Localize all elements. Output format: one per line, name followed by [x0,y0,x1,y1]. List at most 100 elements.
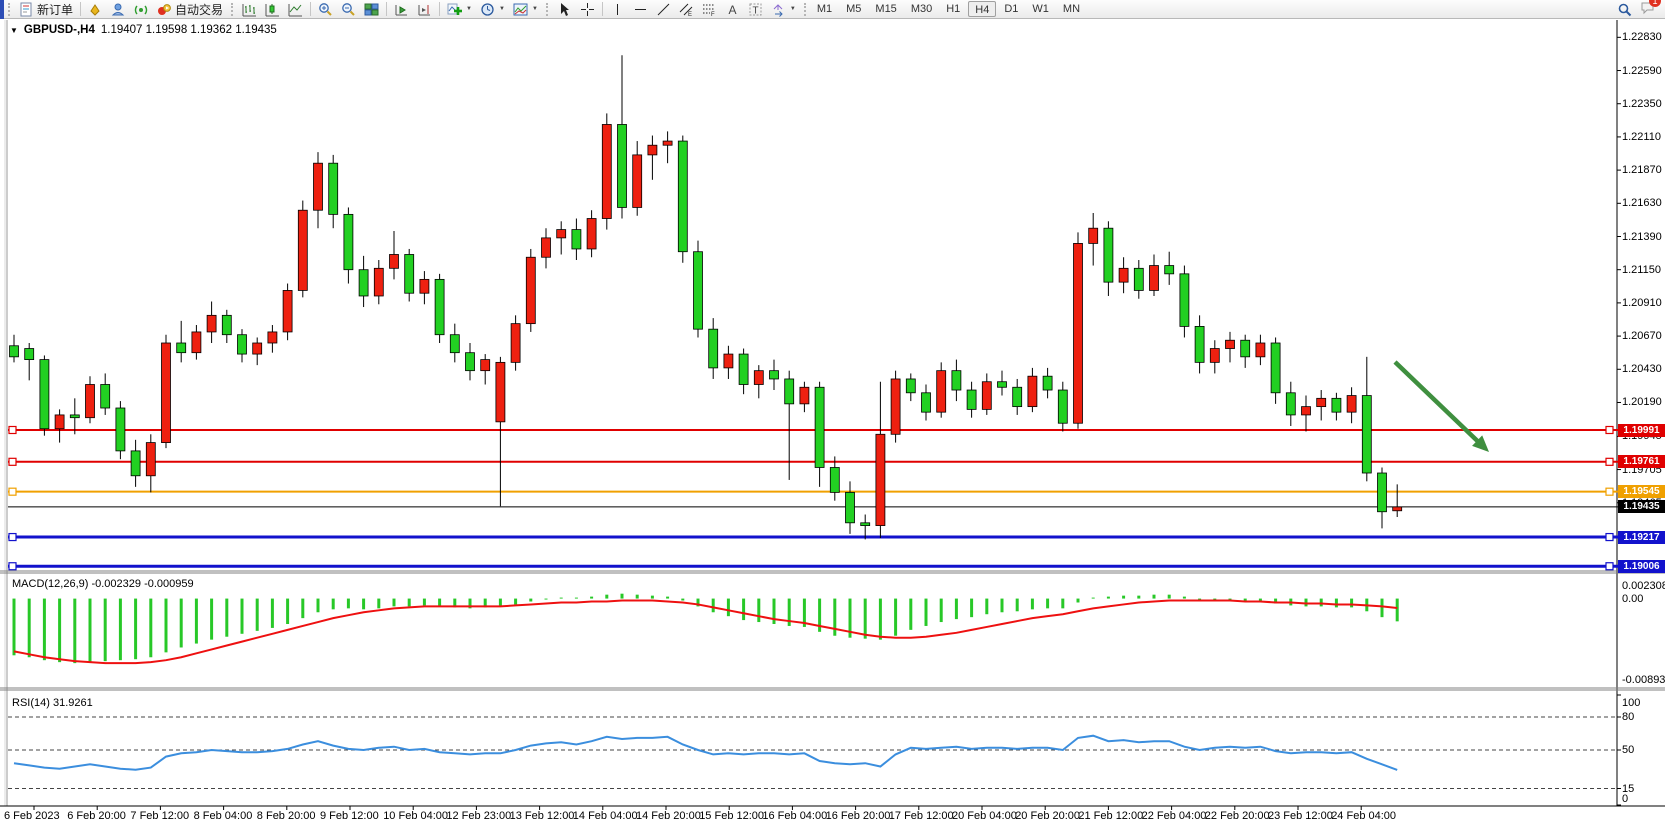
crosshair-icon [580,2,595,17]
new-order-label: 新订单 [37,1,73,18]
candle-body [207,315,216,332]
candle-body [1332,398,1341,412]
line-handle[interactable] [9,488,16,495]
periods-button[interactable]: ▼ [476,1,509,18]
line-chart-button[interactable] [284,1,307,18]
price-tick-label: 1.20670 [1622,330,1662,342]
candle-body [1013,387,1022,406]
candle-body [1226,340,1235,348]
candle-body [1074,243,1083,423]
chart-dropdown-icon[interactable]: ▼ [10,26,18,35]
text-tool-button[interactable]: A [721,1,744,18]
candle-body [785,379,794,404]
date-label: 14 Feb 04:00 [573,810,638,822]
line-handle[interactable] [9,563,16,570]
indicators-button[interactable]: ▼ [443,1,476,18]
date-label: 12 Feb 23:00 [446,810,511,822]
candle-body [1241,340,1250,357]
candle-body [678,141,687,252]
line-handle[interactable] [1606,563,1613,570]
zoom-in-icon [318,2,333,17]
timeframe-button-m30[interactable]: M30 [905,1,938,17]
trendline-tool-button[interactable] [652,1,675,18]
candle-body [420,279,429,293]
candle-body [876,434,885,525]
new-order-button[interactable]: 新订单 [15,1,77,18]
rsi-axis-label: 80 [1622,711,1634,723]
timeframe-button-m5[interactable]: M5 [840,1,867,17]
candle-body [10,346,19,357]
price-tick-label: 1.20910 [1622,297,1662,309]
date-label: 10 Feb 04:00 [383,810,448,822]
templates-button[interactable]: ▼ [509,1,542,18]
toolbar-grip [8,3,12,16]
arrows-tool-button[interactable]: ▼ [767,1,800,18]
date-label: 22 Feb 04:00 [1142,810,1207,822]
time-axis[interactable]: 6 Feb 20236 Feb 20:007 Feb 12:008 Feb 04… [0,808,1616,824]
auto-trading-button[interactable]: 自动交易 [153,1,227,18]
svg-text:T: T [752,5,758,16]
date-label: 20 Feb 04:00 [952,810,1017,822]
chart-window: ▼ GBPUSD-,H4 1.19407 1.19598 1.19362 1.1… [0,20,1665,822]
date-label: 14 Feb 20:00 [636,810,701,822]
candle-body [496,362,505,421]
bar-chart-button[interactable] [238,1,261,18]
current-price-tag: 1.19435 [1618,500,1665,513]
candlestick-chart-button[interactable] [261,1,284,18]
price-tick-label: 1.21870 [1622,164,1662,176]
line-handle[interactable] [1606,427,1613,434]
chart-title: ▼ GBPUSD-,H4 1.19407 1.19598 1.19362 1.1… [10,24,277,36]
svg-text:A: A [728,3,736,17]
line-handle[interactable] [1606,534,1613,541]
timeframe-button-m15[interactable]: M15 [869,1,902,17]
date-label: 23 Feb 12:00 [1268,810,1333,822]
timeframe-button-mn[interactable]: MN [1057,1,1086,17]
zoom-in-button[interactable] [314,1,337,18]
tile-windows-button[interactable] [360,1,383,18]
date-label: 8 Feb 04:00 [194,810,253,822]
price-tick-label: 1.21390 [1622,231,1662,243]
timeframe-button-m1[interactable]: M1 [811,1,838,17]
candle-body [70,415,79,418]
horizontal-line-icon [633,2,648,17]
chart-plot[interactable] [0,20,1665,822]
separator [602,2,603,16]
candle-body [739,354,748,384]
horizontal-line-tool-button[interactable] [629,1,652,18]
vertical-line-icon [610,2,625,17]
candle-body [131,451,140,476]
line-handle[interactable] [1606,488,1613,495]
vertical-line-tool-button[interactable] [606,1,629,18]
zoom-out-button[interactable] [337,1,360,18]
search-icon[interactable] [1617,2,1632,17]
terminal-button[interactable] [130,1,153,18]
line-handle[interactable] [1606,458,1613,465]
candle-body [55,415,64,429]
timeframe-button-w1[interactable]: W1 [1026,1,1055,17]
line-handle[interactable] [9,458,16,465]
candle-body [967,390,976,409]
channel-tool-button[interactable]: E [675,1,698,18]
candlestick-chart-icon [265,2,280,17]
market-watch-button[interactable] [84,1,107,18]
price-tick-label: 1.21150 [1622,264,1661,276]
auto-scroll-button[interactable] [390,1,413,18]
text-label-tool-button[interactable]: T [744,1,767,18]
chart-shift-button[interactable] [413,1,436,18]
macd-axis-label: -0.008939 [1622,674,1665,686]
navigator-button[interactable] [107,1,130,18]
candle-body [846,492,855,522]
notifications-button[interactable]: 1 [1640,0,1655,18]
timeframe-button-d1[interactable]: D1 [998,1,1024,17]
candle-body [1271,343,1280,393]
timeframe-button-h1[interactable]: H1 [940,1,966,17]
rsi-axis-label: 50 [1622,744,1634,756]
candle-body [1119,268,1128,282]
fibonacci-tool-button[interactable]: F [698,1,721,18]
crosshair-tool-button[interactable] [576,1,599,18]
line-handle[interactable] [9,534,16,541]
window-accent [0,0,4,19]
timeframe-button-h4[interactable]: H4 [968,1,996,17]
line-handle[interactable] [9,427,16,434]
cursor-tool-button[interactable] [553,1,576,18]
